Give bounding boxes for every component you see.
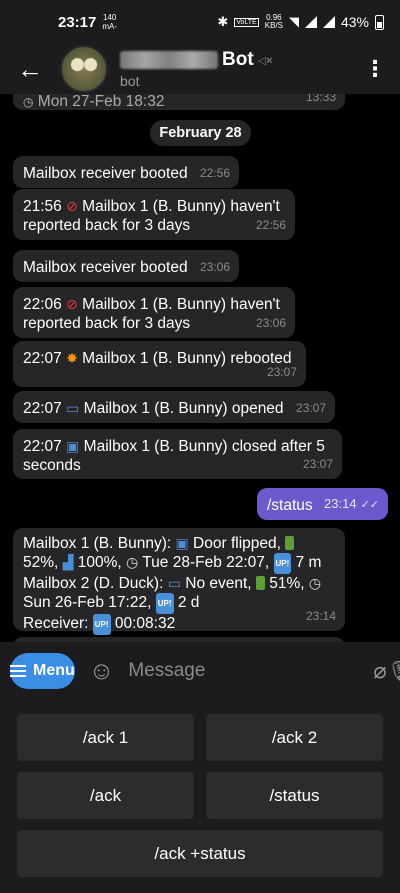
clock-icon: ◷ [23,95,34,109]
signal-icon-2 [322,16,335,28]
status-bar: 23:17 140 mA- ✱ VoLTE 0.96 KB/S ◥ 43% [0,0,400,44]
back-arrow-icon[interactable]: ← [0,54,60,85]
keyboard-button-ack2[interactable]: /ack 2 [206,714,383,761]
chat-name: Bot ◁× [120,49,350,71]
bot-keyboard: /ack 1 /ack 2 /ack /status /ack +status [0,700,400,893]
clock: 23:17 [58,13,97,31]
battery-icon [375,14,384,30]
read-checkmarks-icon: ✓✓ [360,499,379,511]
signal-bars-icon: ▟ [62,554,74,570]
up-badge-icon: UP! [155,593,174,614]
avatar[interactable] [60,45,108,93]
message-bubble[interactable]: Mailbox receiver booted 22:56 [13,156,239,188]
clock-icon: ◷ [126,554,139,570]
attach-icon[interactable]: ⌀ [373,658,386,684]
redacted-name [120,51,218,69]
speed-indicator: 0.96 KB/S [264,13,283,30]
chat-subtitle: bot [120,73,140,89]
status-icons: ✱ VoLTE 0.96 KB/S ◥ 43% [217,14,384,30]
wifi-icon: ◥ [288,14,299,29]
message-input-bar: Menu ☺ ⌀ 🎙 [0,642,400,700]
battery-icon [255,576,265,590]
hamburger-icon [10,665,26,677]
chat-header: ← Bot ◁× bot ⋮ [0,44,400,94]
keyboard-button-ack-status[interactable]: /ack +status [17,830,383,877]
bluetooth-icon: ✱ [217,14,229,29]
status-reply-bubble[interactable]: Mailbox 1 (B. Bunny): ▣ Door flipped, 52… [13,528,345,635]
menu-button[interactable]: Menu [10,653,75,689]
outgoing-message-bubble[interactable]: /status 23:14 ✓✓ [257,488,388,520]
message-bubble: ◷ Mon 27-Feb 18:32 13:33 [13,94,345,110]
emoji-icon[interactable]: ☺ [89,657,115,686]
network-indicator: 140 mA- [102,13,118,31]
keyboard-button-ack[interactable]: /ack [17,772,194,819]
keyboard-button-ack1[interactable]: /ack 1 [17,714,194,761]
signal-icon [304,16,317,28]
up-badge-icon: UP! [273,553,292,574]
battery-percent: 43% [340,14,369,30]
keyboard-button-status[interactable]: /status [206,772,383,819]
muted-icon: ◁× [257,54,273,67]
date-separator: February 28 [150,120,251,146]
collision-icon: ✸ [66,350,78,366]
message-bubble[interactable]: 22:07 ▣ Mailbox 1 (B. Bunny) closed afte… [13,429,342,479]
prohibited-icon: ⊘ [66,296,78,312]
mailbox-icon: ▭ [66,400,80,416]
mailbox-flag-icon: ▣ [175,535,189,551]
message-list[interactable]: ◷ Mon 27-Feb 18:32 13:33 February 28 Mai… [0,94,400,642]
prohibited-icon: ⊘ [66,198,78,214]
message-input[interactable] [128,660,374,682]
volte-icon: VoLTE [234,17,259,27]
mailbox-closed-icon: ▣ [66,438,80,454]
more-options-icon[interactable]: ⋮ [350,56,400,82]
battery-icon [285,536,295,550]
up-badge-icon: UP! [92,614,111,635]
message-bubble[interactable]: 22:07 ✸ Mailbox 1 (B. Bunny) rebooted 23… [13,341,306,387]
message-bubble[interactable]: 22:06 ⊘ Mailbox 1 (B. Bunny) haven't rep… [13,287,295,338]
message-bubble[interactable]: 22:07 ▭ Mailbox 1 (B. Bunny) opened 23:0… [13,391,335,423]
clock-icon: ◷ [308,575,322,591]
mailbox-empty-icon: ▭ [167,575,181,591]
microphone-icon[interactable]: 🎙 [387,659,400,684]
message-bubble[interactable]: Mailbox receiver booted 23:06 [13,250,239,282]
message-bubble[interactable]: 21:56 ⊘ Mailbox 1 (B. Bunny) haven't rep… [13,189,295,240]
chat-title-area[interactable]: Bot ◁× bot [120,49,350,89]
message-meta: 23:14 ✓✓ [324,496,379,511]
